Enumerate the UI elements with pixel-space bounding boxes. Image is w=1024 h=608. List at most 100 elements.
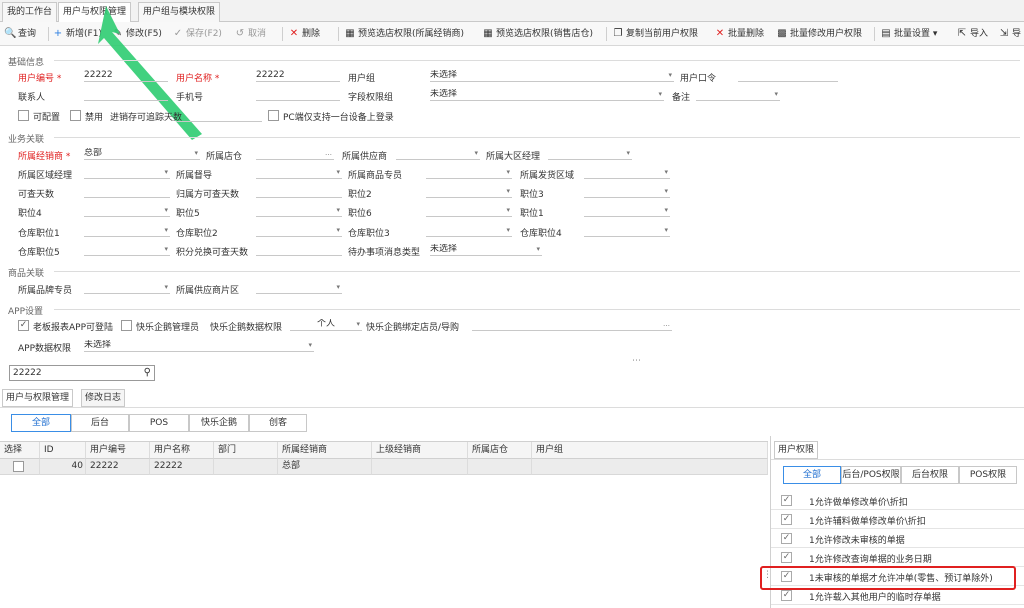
batch-edit-button[interactable]: ▩ 批量修改用户权限 xyxy=(776,26,862,42)
column-header[interactable]: 用户编号 xyxy=(86,442,150,459)
preview-sales-button[interactable]: ▦ 预览选店权限(销售店仓) xyxy=(482,26,593,42)
splitter-handle[interactable]: ⋯ xyxy=(632,356,641,366)
table-cell[interactable] xyxy=(372,459,468,475)
user-no-label: 用户编号 xyxy=(18,71,61,84)
table-cell[interactable]: 22222 xyxy=(86,459,150,475)
column-header[interactable]: 选择 xyxy=(0,442,40,459)
supplier-area-select[interactable]: ▾ xyxy=(256,282,342,294)
boss-report-checkbox[interactable]: ✓ xyxy=(18,320,29,331)
password-input[interactable] xyxy=(738,70,838,82)
column-header[interactable]: 用户组 xyxy=(532,442,768,459)
table-cell[interactable]: 总部 xyxy=(278,459,372,475)
owner-check-days-input[interactable] xyxy=(256,186,342,198)
copy-user-button[interactable]: ❐ 复制当前用户权限 xyxy=(612,26,699,42)
field-perm-select[interactable]: 未选择 ▾ xyxy=(430,89,664,101)
post6-select[interactable]: ▾ xyxy=(426,205,512,217)
wh-post1-select[interactable]: ▾ xyxy=(84,225,170,237)
delete-button[interactable]: ✕ 删除 xyxy=(288,26,320,42)
search-icon[interactable]: ⚲ xyxy=(144,366,151,380)
configurable-checkbox[interactable] xyxy=(18,110,29,121)
disabled-checkbox[interactable] xyxy=(70,110,81,121)
app-perm-select[interactable]: 未选择 ▾ xyxy=(84,340,314,352)
perm-checkbox[interactable]: ✓ xyxy=(781,552,792,563)
wh-post5-select[interactable]: ▾ xyxy=(84,244,170,256)
trace-days-input[interactable] xyxy=(176,110,262,122)
pc-single-device-checkbox[interactable] xyxy=(268,110,279,121)
supplier-select[interactable]: ▾ xyxy=(396,148,480,160)
post3-select[interactable]: ▾ xyxy=(584,186,670,198)
filter-all-button[interactable]: 全部 xyxy=(11,414,71,432)
table-row-select-cell[interactable] xyxy=(0,459,40,475)
query-button[interactable]: 🔍 查询 xyxy=(4,26,36,42)
tab-workbench[interactable]: 我的工作台 xyxy=(2,2,58,22)
table-cell[interactable]: 40 xyxy=(40,459,86,475)
wh-post4-select[interactable]: ▾ xyxy=(584,225,670,237)
dealer-select[interactable]: 总部 ▾ xyxy=(84,148,200,160)
user-no-input[interactable]: 22222 xyxy=(84,70,168,82)
column-header[interactable]: 所属店仓 xyxy=(468,442,532,459)
filter-kuaile-button[interactable]: 快乐企鹅 xyxy=(189,414,249,432)
list-item[interactable]: ✓ 1允许修改查询单据的业务日期 xyxy=(771,549,1024,567)
kuaile-admin-checkbox[interactable] xyxy=(121,320,132,331)
perm-checkbox[interactable]: ✓ xyxy=(781,533,792,544)
brand-select[interactable]: ▾ xyxy=(84,282,170,294)
export-button[interactable]: ⇲ 导 xyxy=(998,26,1021,42)
filter-pos-button[interactable]: POS xyxy=(129,414,189,432)
cancel-button[interactable]: ↺ 取消 xyxy=(234,26,266,42)
post5-select[interactable]: ▾ xyxy=(256,205,342,217)
kuaile-admin-label: 快乐企鹅管理员 xyxy=(136,323,200,333)
wh-post2-select[interactable]: ▾ xyxy=(256,225,342,237)
table-cell[interactable] xyxy=(532,459,768,475)
row-select-checkbox[interactable] xyxy=(13,461,24,472)
list-item[interactable]: ✓ 1允许修改未审核的单据 xyxy=(771,530,1024,548)
column-header[interactable]: 部门 xyxy=(214,442,278,459)
check-days-input[interactable] xyxy=(84,186,170,198)
list-item[interactable]: ✓ 1允许做单修改单价\折扣 xyxy=(771,492,1024,510)
store-select[interactable]: … xyxy=(256,148,334,160)
goods-specialist-select[interactable]: ▾ xyxy=(426,167,512,179)
table-cell[interactable] xyxy=(468,459,532,475)
mobile-input[interactable] xyxy=(256,89,340,101)
perm-filter-pos-button[interactable]: POS权限 xyxy=(959,466,1017,484)
ship-area-select[interactable]: ▾ xyxy=(584,167,670,179)
perm-checkbox[interactable]: ✓ xyxy=(781,590,792,601)
post4-select[interactable]: ▾ xyxy=(84,205,170,217)
user-group-select[interactable]: 未选择 ▾ xyxy=(430,70,674,82)
wh-post3-select[interactable]: ▾ xyxy=(426,225,512,237)
todo-type-select[interactable]: 未选择 ▾ xyxy=(430,244,542,256)
column-header[interactable]: 上级经销商 xyxy=(372,442,468,459)
perm-filter-backend-button[interactable]: 后台权限 xyxy=(901,466,959,484)
region-mgr-select[interactable]: ▾ xyxy=(548,148,632,160)
column-header[interactable]: 所属经销商 xyxy=(278,442,372,459)
batch-delete-button[interactable]: ✕ 批量删除 xyxy=(714,26,764,42)
table-cell[interactable] xyxy=(214,459,278,475)
perm-filter-backend-pos-button[interactable]: 后台/POS权限 xyxy=(841,466,901,484)
subtab-user-permission[interactable]: 用户与权限管理 xyxy=(2,389,74,407)
perm-checkbox[interactable]: ✓ xyxy=(781,495,792,506)
batch-settings-button[interactable]: ▤ 批量设置 ▾ xyxy=(880,26,937,42)
column-header[interactable]: ID xyxy=(40,442,86,459)
subtab-change-log[interactable]: 修改日志 xyxy=(81,389,126,407)
kuaile-perm-select[interactable]: 个人 ▾ xyxy=(290,319,362,331)
search-input[interactable]: 22222 ⚲ xyxy=(9,365,155,381)
filter-maker-button[interactable]: 创客 xyxy=(249,414,307,432)
preview-dealer-button[interactable]: ▦ 预览选店权限(所属经销商) xyxy=(344,26,464,42)
tab-user-rights[interactable]: 用户权限 xyxy=(774,441,819,459)
user-name-input[interactable]: 22222 xyxy=(256,70,340,82)
area-mgr-select[interactable]: ▾ xyxy=(84,167,170,179)
points-days-input[interactable] xyxy=(256,244,342,256)
chevron-down-icon: ▾ xyxy=(164,206,168,214)
remark-select[interactable]: ▾ xyxy=(696,89,780,101)
supervisor-select[interactable]: ▾ xyxy=(256,167,342,179)
post1-select[interactable]: ▾ xyxy=(584,205,670,217)
kuaile-store-select[interactable]: … xyxy=(472,319,672,331)
import-button[interactable]: ⇱ 导入 xyxy=(956,26,988,42)
perm-filter-all-button[interactable]: 全部 xyxy=(783,466,841,484)
perm-checkbox[interactable]: ✓ xyxy=(781,514,792,525)
list-item[interactable]: ✓ 1允许辅料做单修改单价\折扣 xyxy=(771,511,1024,529)
post2-select[interactable]: ▾ xyxy=(426,186,512,198)
contact-input[interactable] xyxy=(84,89,168,101)
filter-backend-button[interactable]: 后台 xyxy=(71,414,129,432)
table-cell[interactable]: 22222 xyxy=(150,459,214,475)
column-header[interactable]: 用户名称 xyxy=(150,442,214,459)
